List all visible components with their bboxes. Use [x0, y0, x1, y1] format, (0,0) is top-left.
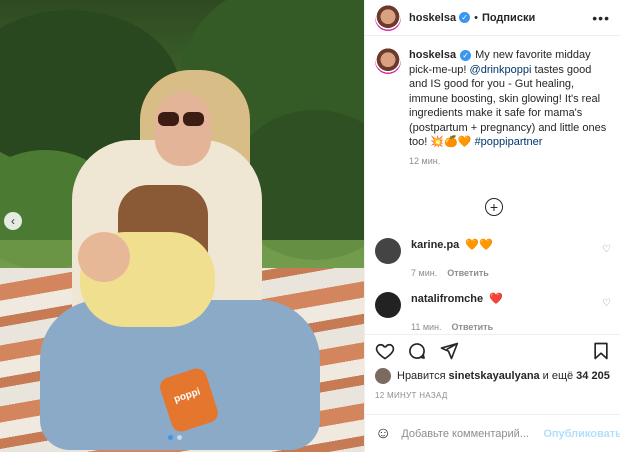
comment: karine.pa 🧡🧡 ♡ 7 мин. Ответить — [375, 238, 611, 278]
reply-button[interactable]: Ответить — [452, 322, 494, 332]
add-comment-bar: ☺ Опубликовать — [365, 414, 620, 452]
comment-text: 🧡🧡 — [465, 239, 493, 251]
plus-icon: + — [489, 199, 499, 215]
action-bar — [375, 340, 611, 362]
publish-button[interactable]: Опубликовать — [543, 428, 620, 440]
post-photo[interactable]: poppi ‹ — [0, 0, 364, 452]
comment-body: karine.pa 🧡🧡 — [411, 238, 493, 253]
avatar[interactable] — [375, 48, 401, 74]
emoji-icon[interactable]: ☺ — [375, 425, 391, 443]
comment-username[interactable]: natalifromche — [411, 293, 483, 305]
caption-verified-icon: ✓ — [460, 50, 472, 61]
like-comment-icon[interactable]: ♡ — [602, 244, 611, 255]
sunglasses — [158, 112, 206, 126]
caption-username[interactable]: hoskelsa — [409, 49, 456, 61]
likes-and-more: и ещё — [542, 370, 574, 382]
following-button[interactable]: Подписки — [482, 12, 535, 24]
caption: hoskelsa ✓ My new favorite midday pick-me-… — [365, 36, 620, 150]
carousel-prev-button[interactable]: ‹ — [4, 212, 22, 230]
chevron-left-icon: ‹ — [11, 214, 15, 228]
likes-summary: Нравится sinetskayaulyana и ещё 34 205 — [375, 368, 613, 384]
load-more-comments-button[interactable]: + — [485, 198, 503, 216]
likes-count[interactable]: 34 205 — [576, 370, 610, 382]
avatar[interactable] — [375, 292, 401, 318]
baby-head — [78, 232, 130, 282]
hashtag-link[interactable]: #poppipartner — [475, 136, 543, 148]
mention-link[interactable]: @drinkpoppi — [470, 64, 532, 76]
comment-input[interactable] — [401, 427, 544, 440]
carousel-dot — [168, 435, 173, 440]
comment-text: ❤️ — [489, 293, 503, 305]
reply-button[interactable]: Ответить — [447, 268, 489, 278]
comment-time: 7 мин. — [411, 268, 438, 278]
carousel-dots — [168, 435, 182, 440]
comment-username[interactable]: karine.pa — [411, 239, 459, 251]
like-comment-icon[interactable]: ♡ — [602, 298, 611, 309]
divider — [365, 334, 620, 335]
post-side-panel: hoskelsa ✓ • Подписки ••• hoskelsa ✓ My ne… — [364, 0, 620, 452]
carousel-dot — [177, 435, 182, 440]
caption-text: hoskelsa ✓ My new favorite midday pick-me-… — [409, 48, 610, 150]
liker-avatar[interactable] — [375, 368, 391, 384]
liker-username[interactable]: sinetskayaulyana — [449, 370, 540, 382]
author-username[interactable]: hoskelsa — [409, 12, 456, 24]
comment-body: natalifromche ❤️ — [411, 292, 503, 307]
comment-icon[interactable] — [407, 341, 427, 361]
more-options-icon[interactable]: ••• — [592, 10, 610, 26]
comment-time: 11 мин. — [411, 322, 442, 332]
caption-timestamp: 12 мин. — [409, 155, 441, 166]
can-label: poppi — [172, 386, 202, 406]
woman-face — [155, 92, 211, 166]
bookmark-icon[interactable] — [591, 341, 611, 361]
avatar[interactable] — [375, 238, 401, 264]
post-timestamp: 12 МИНУТ НАЗАД — [375, 391, 448, 400]
heart-icon[interactable] — [375, 341, 395, 361]
likes-prefix: Нравится — [397, 370, 446, 382]
separator: • — [474, 11, 478, 24]
comment: natalifromche ❤️ ♡ 11 мин. Ответить — [375, 292, 611, 332]
avatar[interactable] — [375, 4, 401, 31]
post-header: hoskelsa ✓ • Подписки ••• — [365, 0, 620, 36]
verified-badge-icon: ✓ — [459, 12, 471, 23]
share-icon[interactable] — [439, 341, 459, 361]
